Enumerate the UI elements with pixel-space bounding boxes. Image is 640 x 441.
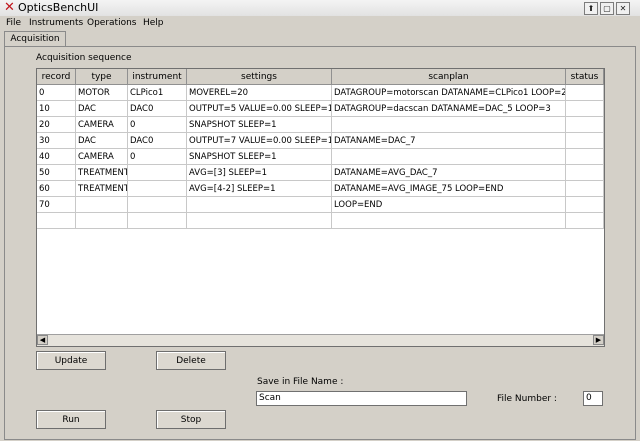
- app-x-icon: ✕: [4, 0, 15, 15]
- cell-status[interactable]: [566, 85, 604, 101]
- cell-scanplan[interactable]: DATANAME=AVG_DAC_7: [332, 165, 566, 181]
- cell-status[interactable]: [566, 133, 604, 149]
- stop-button[interactable]: Stop: [156, 410, 226, 429]
- cell-scanplan[interactable]: [332, 149, 566, 165]
- file-number-label: File Number :: [497, 394, 557, 404]
- column-header-scanplan[interactable]: scanplan: [332, 69, 566, 85]
- cell-settings[interactable]: AVG=[3] SLEEP=1: [187, 165, 332, 181]
- menu-operations[interactable]: Operations: [87, 17, 136, 29]
- cell-settings[interactable]: AVG=[4-2] SLEEP=1: [187, 181, 332, 197]
- cell-instrument[interactable]: [128, 181, 187, 197]
- restore-icon[interactable]: ▢: [600, 2, 614, 15]
- menu-instruments[interactable]: Instruments: [29, 17, 83, 29]
- menu-help[interactable]: Help: [143, 17, 164, 29]
- cell-record[interactable]: 0: [37, 85, 76, 101]
- cell-record[interactable]: 30: [37, 133, 76, 149]
- cell-instrument[interactable]: [128, 165, 187, 181]
- cell-scanplan[interactable]: DATAGROUP=motorscan DATANAME=CLPico1 LOO…: [332, 85, 566, 101]
- column-header-settings[interactable]: settings: [187, 69, 332, 85]
- cell-status[interactable]: [566, 197, 604, 213]
- table-row[interactable]: 60 TREATMENT AVG=[4-2] SLEEP=1 DATANAME=AVG…: [37, 181, 604, 197]
- table-row[interactable]: 70 LOOP=END: [37, 197, 604, 213]
- cell-type[interactable]: CAMERA: [76, 149, 128, 165]
- cell-scanplan[interactable]: [332, 117, 566, 133]
- tab-acquisition[interactable]: Acquisition: [4, 31, 66, 47]
- file-number-input[interactable]: 0: [583, 391, 603, 406]
- window-title: OpticsBenchUI: [18, 1, 99, 14]
- table-row[interactable]: 30 DAC DAC0 OUTPUT=7 VALUE=0.00 SLEEP=1 DATA…: [37, 133, 604, 149]
- cell-status[interactable]: [566, 181, 604, 197]
- cell-instrument[interactable]: CLPico1: [128, 85, 187, 101]
- delete-button[interactable]: Delete: [156, 351, 226, 370]
- table-row[interactable]: 40 CAMERA 0 SNAPSHOT SLEEP=1: [37, 149, 604, 165]
- cell-status[interactable]: [566, 101, 604, 117]
- cell-type[interactable]: [76, 213, 128, 229]
- cell-type[interactable]: TREATMENT: [76, 165, 128, 181]
- cell-instrument[interactable]: DAC0: [128, 133, 187, 149]
- cell-type[interactable]: DAC: [76, 101, 128, 117]
- cell-scanplan[interactable]: [332, 213, 566, 229]
- cell-scanplan[interactable]: DATAGROUP=dacscan DATANAME=DAC_5 LOOP=3: [332, 101, 566, 117]
- cell-type[interactable]: CAMERA: [76, 117, 128, 133]
- close-icon[interactable]: ✕: [616, 2, 630, 15]
- cell-instrument[interactable]: DAC0: [128, 101, 187, 117]
- column-header-type[interactable]: type: [76, 69, 128, 85]
- cell-type[interactable]: DAC: [76, 133, 128, 149]
- cell-record[interactable]: [37, 213, 76, 229]
- cell-settings[interactable]: MOVEREL=20: [187, 85, 332, 101]
- cell-settings[interactable]: OUTPUT=5 VALUE=0.00 SLEEP=1: [187, 101, 332, 117]
- cell-record[interactable]: 70: [37, 197, 76, 213]
- cell-scanplan[interactable]: DATANAME=AVG_IMAGE_75 LOOP=END: [332, 181, 566, 197]
- cell-type[interactable]: TREATMENT: [76, 181, 128, 197]
- file-name-input[interactable]: Scan: [256, 391, 467, 406]
- save-file-name-label: Save in File Name :: [257, 377, 344, 387]
- scroll-right-icon[interactable]: ▶: [593, 335, 604, 345]
- cell-settings[interactable]: [187, 213, 332, 229]
- cell-instrument[interactable]: 0: [128, 149, 187, 165]
- run-button[interactable]: Run: [36, 410, 106, 429]
- cell-record[interactable]: 10: [37, 101, 76, 117]
- cell-record[interactable]: 20: [37, 117, 76, 133]
- scroll-left-icon[interactable]: ◀: [37, 335, 48, 345]
- cell-settings[interactable]: OUTPUT=7 VALUE=0.00 SLEEP=1: [187, 133, 332, 149]
- cell-status[interactable]: [566, 149, 604, 165]
- cell-instrument[interactable]: [128, 213, 187, 229]
- sequence-label: Acquisition sequence: [36, 53, 132, 63]
- sequence-table[interactable]: record type instrument settings scanplan…: [36, 68, 605, 347]
- cell-type[interactable]: MOTOR: [76, 85, 128, 101]
- cell-settings[interactable]: SNAPSHOT SLEEP=1: [187, 117, 332, 133]
- column-header-status[interactable]: status: [566, 69, 604, 85]
- cell-scanplan[interactable]: LOOP=END: [332, 197, 566, 213]
- maximize-arrow-icon[interactable]: ⬆: [584, 2, 598, 15]
- table-row[interactable]: 50 TREATMENT AVG=[3] SLEEP=1 DATANAME=AVG_D…: [37, 165, 604, 181]
- cell-settings[interactable]: SNAPSHOT SLEEP=1: [187, 149, 332, 165]
- cell-instrument[interactable]: [128, 197, 187, 213]
- cell-settings[interactable]: [187, 197, 332, 213]
- column-header-instrument[interactable]: instrument: [128, 69, 187, 85]
- menu-bar: File Instruments Operations Help: [0, 16, 640, 30]
- cell-scanplan[interactable]: DATANAME=DAC_7: [332, 133, 566, 149]
- cell-record[interactable]: 60: [37, 181, 76, 197]
- cell-status[interactable]: [566, 165, 604, 181]
- cell-status[interactable]: [566, 213, 604, 229]
- table-row[interactable]: 10 DAC DAC0 OUTPUT=5 VALUE=0.00 SLEEP=1 DATA…: [37, 101, 604, 117]
- cell-record[interactable]: 50: [37, 165, 76, 181]
- menu-file[interactable]: File: [6, 17, 21, 29]
- cell-record[interactable]: 40: [37, 149, 76, 165]
- title-bar: ✕ OpticsBenchUI ⬆ ▢ ✕: [0, 0, 640, 17]
- update-button[interactable]: Update: [36, 351, 106, 370]
- cell-type[interactable]: [76, 197, 128, 213]
- column-header-record[interactable]: record: [37, 69, 76, 85]
- cell-instrument[interactable]: 0: [128, 117, 187, 133]
- cell-status[interactable]: [566, 117, 604, 133]
- table-row[interactable]: [37, 213, 604, 229]
- horizontal-scrollbar[interactable]: ◀ ▶: [37, 334, 604, 346]
- table-row[interactable]: 20 CAMERA 0 SNAPSHOT SLEEP=1: [37, 117, 604, 133]
- table-row[interactable]: 0 MOTOR CLPico1 MOVEREL=20 DATAGROUP=motorsc…: [37, 85, 604, 101]
